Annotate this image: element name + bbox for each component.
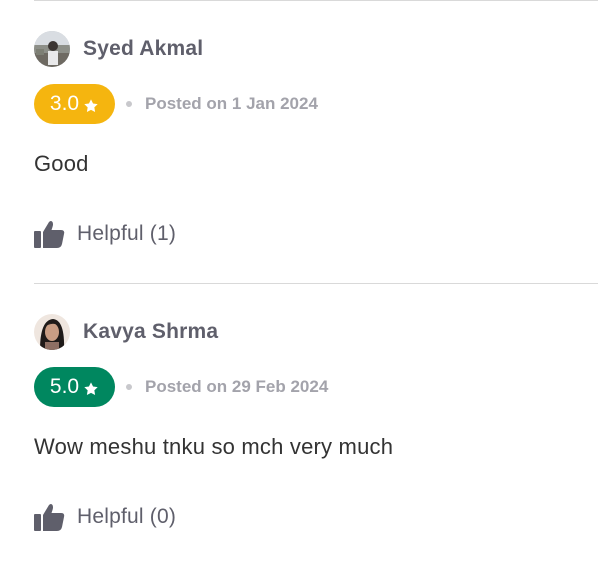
review-comment: Good xyxy=(34,151,89,176)
review-card: Syed Akmal 3.0 Posted on 1 Jan 2024 Good… xyxy=(34,31,598,248)
review-comment: Wow meshu tnku so mch very much xyxy=(34,434,394,459)
helpful-button[interactable]: Helpful (0) xyxy=(34,503,598,531)
reviewer-name: Syed Akmal xyxy=(83,37,204,60)
review-card: Kavya Shrma 5.0 Posted on 29 Feb 2024 Wo… xyxy=(34,314,598,531)
review-divider xyxy=(34,283,598,284)
reviewer-name: Kavya Shrma xyxy=(83,320,219,343)
star-icon xyxy=(83,379,99,396)
rating-badge: 3.0 xyxy=(34,84,115,124)
review-divider xyxy=(34,0,598,1)
posted-date: Posted on 1 Jan 2024 xyxy=(145,94,318,113)
separator-dot xyxy=(126,101,132,107)
reviewer-header: Syed Akmal xyxy=(34,31,598,67)
avatar xyxy=(34,31,70,67)
reviewer-header: Kavya Shrma xyxy=(34,314,598,350)
star-icon xyxy=(83,96,99,113)
helpful-label: Helpful (0) xyxy=(77,505,177,528)
helpful-label: Helpful (1) xyxy=(77,222,177,245)
separator-dot xyxy=(126,384,132,390)
rating-value: 3.0 xyxy=(49,92,80,115)
review-meta: 5.0 Posted on 29 Feb 2024 xyxy=(34,367,598,407)
helpful-button[interactable]: Helpful (1) xyxy=(34,220,598,248)
thumbs-up-icon xyxy=(34,503,65,531)
review-meta: 3.0 Posted on 1 Jan 2024 xyxy=(34,84,598,124)
avatar xyxy=(34,314,70,350)
thumbs-up-icon xyxy=(34,220,65,248)
rating-value: 5.0 xyxy=(49,375,80,398)
rating-badge: 5.0 xyxy=(34,367,115,407)
posted-date: Posted on 29 Feb 2024 xyxy=(145,377,329,396)
